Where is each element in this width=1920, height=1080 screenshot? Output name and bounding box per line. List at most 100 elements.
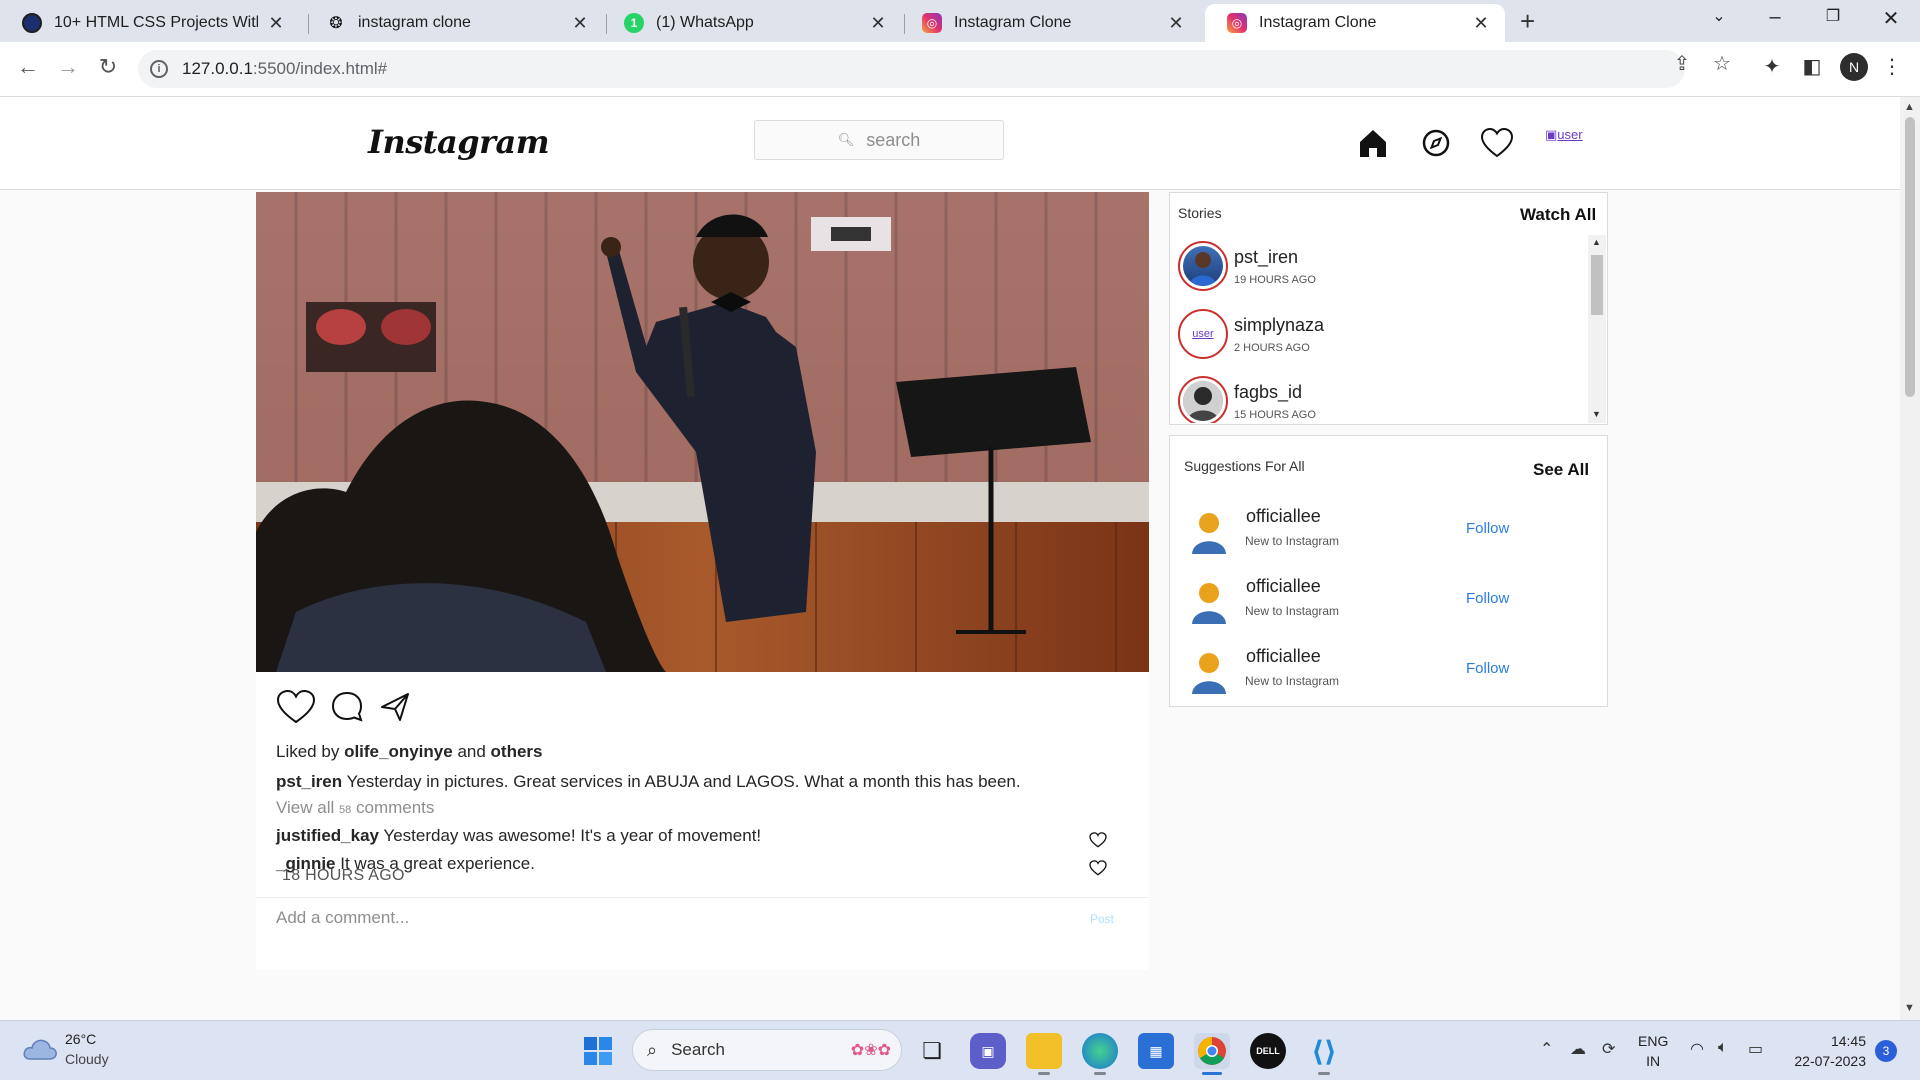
suggestion-username[interactable]: officiallee: [1246, 576, 1321, 597]
windows-start-icon[interactable]: [580, 1033, 616, 1069]
instagram-logo[interactable]: Instagram: [368, 123, 550, 161]
follow-button[interactable]: Follow: [1466, 590, 1509, 607]
browser-menu-icon[interactable]: ⋮: [1878, 54, 1906, 79]
back-icon[interactable]: ←: [14, 54, 42, 80]
dell-app-icon[interactable]: DELL: [1250, 1033, 1286, 1069]
suggestion-row: officiallee New to Instagram Follow: [1190, 574, 1590, 634]
address-bar[interactable]: i 127.0.0.1:5500/index.html#: [138, 50, 1685, 88]
close-tab-icon[interactable]: ✕: [570, 13, 590, 34]
liked-others-link[interactable]: others: [491, 742, 543, 761]
caption-username[interactable]: pst_iren: [276, 772, 342, 791]
suggestion-username[interactable]: officiallee: [1246, 506, 1321, 527]
openai-icon: ❂: [329, 15, 343, 32]
share-icon[interactable]: ⇪: [1670, 51, 1694, 76]
stories-panel: Stories Watch All pst_iren 19 HOURS AGO …: [1169, 192, 1608, 425]
comment-like-heart-icon[interactable]: [1089, 832, 1107, 853]
sync-icon[interactable]: ⟳: [1602, 1039, 1615, 1059]
browser-tab-strip: 10+ HTML CSS Projects With Sou ✕ ❂ insta…: [0, 0, 1920, 42]
follow-button[interactable]: Follow: [1466, 520, 1509, 537]
story-avatar-broken: user: [1183, 314, 1223, 354]
stories-scrollbar[interactable]: ▲ ▼: [1588, 235, 1606, 423]
close-tab-icon[interactable]: ✕: [868, 13, 888, 34]
post-card: Liked by olife_onyinye and others pst_ir…: [256, 192, 1149, 970]
browser-tab[interactable]: ❂ instagram clone ✕: [304, 4, 604, 42]
view-all-comments-link[interactable]: View all 58 comments: [276, 798, 434, 818]
story-item[interactable]: fagbs_id 15 HOURS AGO: [1178, 376, 1578, 423]
bookmark-star-icon[interactable]: ☆: [1710, 51, 1734, 76]
explore-compass-icon[interactable]: [1418, 125, 1454, 161]
page-scroll-thumb[interactable]: [1905, 117, 1915, 397]
side-panel-icon[interactable]: ◧: [1798, 54, 1826, 79]
post-image[interactable]: [256, 192, 1149, 672]
scroll-thumb[interactable]: [1591, 255, 1603, 315]
post-timestamp: 18 HOURS AGO: [282, 867, 405, 884]
file-explorer-icon[interactable]: [1026, 1033, 1062, 1075]
story-item[interactable]: user simplynaza 2 HOURS AGO: [1178, 309, 1578, 363]
microsoft-store-icon[interactable]: ▦: [1138, 1033, 1174, 1069]
search-input[interactable]: 🔍︎ search: [754, 120, 1004, 160]
site-icon: [22, 13, 42, 33]
battery-icon[interactable]: ▭: [1748, 1039, 1763, 1059]
suggestions-title: Suggestions For All: [1184, 458, 1305, 474]
comment-like-heart-icon[interactable]: [1089, 860, 1107, 881]
comment-username[interactable]: justified_kay: [276, 826, 379, 845]
default-user-avatar-icon: [1192, 653, 1226, 694]
vscode-icon[interactable]: ⟨⟩: [1306, 1033, 1342, 1075]
site-info-icon[interactable]: i: [150, 60, 168, 78]
comment-bubble-icon[interactable]: [330, 689, 364, 730]
profile-avatar[interactable]: ▣user: [1545, 127, 1583, 143]
new-tab-button[interactable]: +: [1520, 6, 1544, 37]
notification-badge[interactable]: 3: [1875, 1040, 1897, 1062]
see-all-button[interactable]: See All: [1533, 460, 1589, 480]
story-item[interactable]: pst_iren 19 HOURS AGO: [1178, 241, 1578, 295]
browser-tab[interactable]: ◎ Instagram Clone ✕: [900, 4, 1200, 42]
watch-all-button[interactable]: Watch All: [1520, 205, 1596, 225]
add-comment-input[interactable]: Add a comment...: [276, 908, 409, 928]
taskbar-search[interactable]: ⌕ Search ✿❀✿: [632, 1029, 902, 1071]
reload-icon[interactable]: ↻: [94, 54, 122, 80]
heart-icon[interactable]: [1479, 125, 1515, 161]
close-tab-icon[interactable]: ✕: [266, 13, 286, 34]
chrome-browser-icon[interactable]: [1194, 1033, 1230, 1075]
scroll-down-arrow-icon[interactable]: ▼: [1904, 1002, 1915, 1014]
close-tab-icon[interactable]: ✕: [1471, 13, 1491, 34]
onedrive-cloud-icon[interactable]: ☁: [1570, 1039, 1586, 1059]
browser-profile-avatar[interactable]: N: [1840, 53, 1868, 81]
home-icon[interactable]: [1355, 125, 1391, 161]
scroll-up-arrow-icon[interactable]: ▲: [1904, 101, 1915, 113]
cloud-weather-icon[interactable]: [22, 1035, 58, 1066]
suggestion-row: officiallee New to Instagram Follow: [1190, 644, 1590, 704]
scroll-up-arrow-icon[interactable]: ▲: [1592, 237, 1601, 247]
forward-icon[interactable]: →: [54, 54, 82, 80]
wifi-icon[interactable]: ◠: [1690, 1039, 1704, 1059]
clock[interactable]: 14:45 22-07-2023: [1786, 1031, 1866, 1071]
search-icon: ⌕: [647, 1039, 658, 1060]
browser-tab-active[interactable]: ◎ Instagram Clone ✕: [1205, 4, 1505, 42]
stories-list[interactable]: pst_iren 19 HOURS AGO user simplynaza 2 …: [1170, 235, 1588, 423]
browser-tab[interactable]: 10+ HTML CSS Projects With Sou ✕: [0, 4, 300, 42]
teams-chat-icon[interactable]: ▣: [970, 1033, 1006, 1069]
like-heart-icon[interactable]: [276, 689, 316, 730]
weather-condition[interactable]: Cloudy: [65, 1051, 109, 1067]
weather-temp[interactable]: 26°C: [65, 1031, 96, 1047]
show-hidden-icons-chevron-icon[interactable]: ⌃: [1540, 1039, 1553, 1059]
post-comment-button[interactable]: Post: [1090, 912, 1114, 926]
edge-browser-icon[interactable]: [1082, 1033, 1118, 1075]
language-indicator[interactable]: ENG IN: [1638, 1031, 1668, 1071]
browser-tab[interactable]: 1 (1) WhatsApp ✕: [602, 4, 902, 42]
follow-button[interactable]: Follow: [1466, 660, 1509, 677]
close-tab-icon[interactable]: ✕: [1166, 13, 1186, 34]
scroll-down-arrow-icon[interactable]: ▼: [1592, 409, 1601, 419]
suggestion-username[interactable]: officiallee: [1246, 646, 1321, 667]
instagram-icon: ◎: [922, 13, 942, 33]
liked-user-link[interactable]: olife_onyinye: [344, 742, 453, 761]
tab-search-icon[interactable]: ⌄: [1706, 6, 1732, 26]
restore-button[interactable]: ❐: [1820, 6, 1846, 26]
volume-icon[interactable]: 🔈︎: [1718, 1039, 1728, 1057]
close-window-button[interactable]: ✕: [1878, 6, 1904, 31]
extensions-icon[interactable]: ✦: [1758, 54, 1786, 79]
task-view-icon[interactable]: ❏: [914, 1033, 950, 1069]
minimize-button[interactable]: –: [1762, 6, 1788, 29]
page-scrollbar[interactable]: ▲ ▼: [1900, 97, 1920, 1020]
share-send-icon[interactable]: [378, 689, 412, 730]
